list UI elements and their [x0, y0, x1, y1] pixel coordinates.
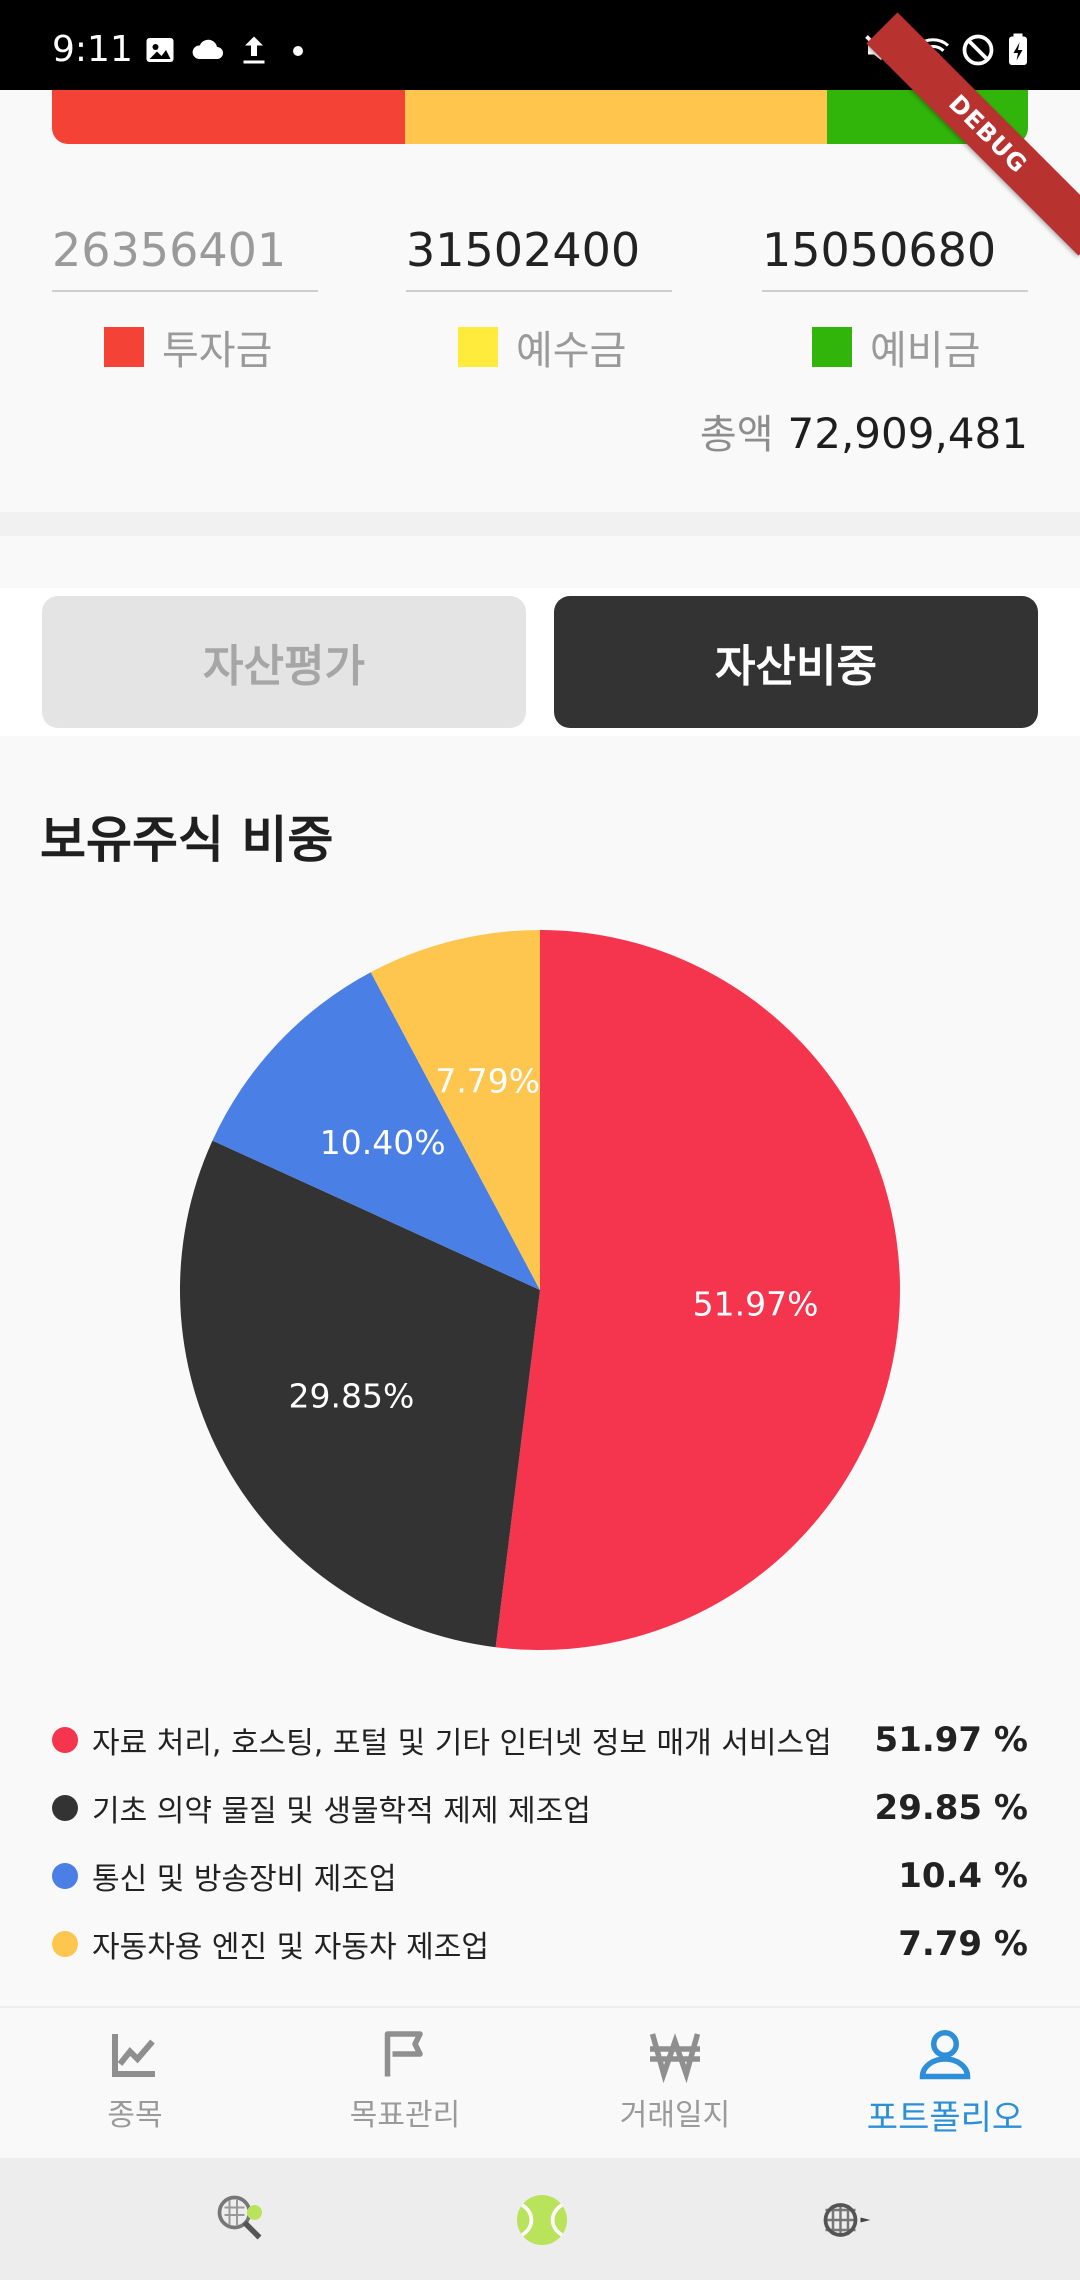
- block-icon: [962, 34, 994, 66]
- investment-key: 투자금: [104, 318, 272, 376]
- nav-portfolio[interactable]: 포트폴리오: [810, 2024, 1080, 2139]
- cloud-icon: [192, 39, 223, 59]
- allocation-segment: [52, 90, 405, 144]
- battery-charging-icon: [1009, 33, 1027, 65]
- investment-field[interactable]: 26356401: [52, 220, 318, 292]
- nav-label: 거래일지: [619, 2098, 731, 2133]
- section-divider: [0, 512, 1080, 536]
- reserve-value[interactable]: 15050680: [762, 220, 1028, 292]
- legend-percent: 10.4 %: [898, 1856, 1028, 1896]
- legend-dot: [52, 1727, 78, 1753]
- legend-dot: [52, 1863, 78, 1889]
- legend-label: 통신 및 방송장비 제조업: [92, 1862, 397, 1897]
- legend-label: 기초 의약 물질 및 생물학적 제제 제조업: [92, 1794, 591, 1829]
- total-amount: 총액 72,909,481: [700, 408, 1028, 461]
- section-title: 보유주식 비중: [40, 811, 334, 869]
- nav-label: 종목: [107, 2098, 163, 2133]
- chart-line-icon: [112, 2034, 155, 2077]
- nav-stocks[interactable]: 종목: [0, 2024, 270, 2134]
- pie-slice-label: 51.97%: [693, 1284, 819, 1323]
- pie-slice-label: 10.40%: [320, 1123, 446, 1162]
- flag-icon: [384, 2031, 423, 2077]
- legend-dot: [52, 1795, 78, 1821]
- total-value: 72,909,481: [787, 409, 1028, 458]
- dot-icon: [293, 46, 303, 56]
- upload-icon: [243, 36, 265, 64]
- legend-percent: 29.85 %: [874, 1788, 1028, 1828]
- reserve-key: 예비금: [812, 318, 980, 376]
- legend-label: 자료 처리, 호스팅, 포털 및 기타 인터넷 정보 매개 서비스업: [92, 1726, 832, 1761]
- reserve-color-square: [812, 327, 852, 367]
- nav-label: 포트폴리오: [866, 2098, 1024, 2138]
- deposit-field[interactable]: 31502400: [406, 220, 672, 292]
- allocation-segment: [404, 90, 827, 144]
- legend-item: 자동차용 엔진 및 자동차 제조업 7.79 %: [52, 1910, 1028, 1978]
- deposit-color-square: [458, 327, 498, 367]
- deposit-value[interactable]: 31502400: [406, 220, 672, 292]
- deposit-label: 예수금: [516, 328, 627, 374]
- total-label: 총액: [699, 412, 774, 458]
- reserve-label: 예비금: [870, 328, 981, 374]
- legend-percent: 7.79 %: [898, 1924, 1028, 1964]
- legend-dot: [52, 1931, 78, 1957]
- reserve-field[interactable]: 15050680: [762, 220, 1028, 292]
- nav-label: 목표관리: [349, 2098, 461, 2133]
- nav-goals[interactable]: 목표관리: [270, 2024, 540, 2134]
- tab-asset-weight[interactable]: 자산비중: [554, 596, 1038, 728]
- status-time: 9:11: [52, 29, 133, 70]
- image-icon: [146, 38, 174, 62]
- legend-item: 자료 처리, 호스팅, 포털 및 기타 인터넷 정보 매개 서비스업 51.97…: [52, 1706, 1028, 1774]
- nav-journal[interactable]: 거래일지: [540, 2024, 810, 2134]
- allocation-bar: [52, 90, 1028, 144]
- won-icon: [649, 2033, 701, 2084]
- holdings-pie-chart: 51.97% 29.85% 10.40% 7.79%: [179, 930, 901, 1650]
- net-icon[interactable]: [818, 2190, 878, 2250]
- legend-label: 자동차용 엔진 및 자동차 제조업: [92, 1930, 489, 1965]
- tennis-ball-icon[interactable]: [512, 2190, 572, 2250]
- legend-percent: 51.97 %: [874, 1720, 1028, 1760]
- investment-value[interactable]: 26356401: [52, 220, 318, 292]
- legend-item: 통신 및 방송장비 제조업 10.4 %: [52, 1842, 1028, 1910]
- person-icon: [919, 2030, 971, 2080]
- investment-color-square: [104, 327, 144, 367]
- chart-legend: 자료 처리, 호스팅, 포털 및 기타 인터넷 정보 매개 서비스업 51.97…: [52, 1706, 1028, 1978]
- tennis-racket-icon[interactable]: [212, 2190, 272, 2250]
- tab-asset-eval[interactable]: 자산평가: [42, 596, 526, 728]
- pie-slice-label: 29.85%: [289, 1376, 415, 1415]
- pie-slice-label: 7.79%: [435, 1061, 540, 1100]
- deposit-key: 예수금: [458, 318, 626, 376]
- investment-label: 투자금: [162, 328, 273, 374]
- legend-item: 기초 의약 물질 및 생물학적 제제 제조업 29.85 %: [52, 1774, 1028, 1842]
